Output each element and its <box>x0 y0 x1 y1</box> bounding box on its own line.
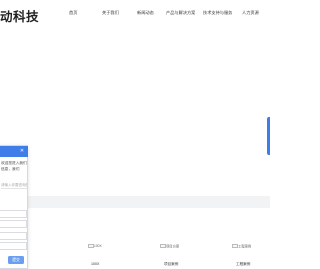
product-image-alt: 100X <box>94 243 102 248</box>
chat-widget: ✕ 欢迎您进入我们 信息，我们 请输入你要咨询的内容 提交 <box>0 145 28 269</box>
name-field[interactable] <box>0 210 27 218</box>
submit-button[interactable]: 提交 <box>8 256 24 264</box>
product-card[interactable]: 100X 100X <box>88 237 118 266</box>
nav-item-about[interactable]: 关于我们 <box>102 10 119 16</box>
product-card[interactable]: 工程案例 工程案例 <box>232 237 262 266</box>
product-image-alt: 工程案例 <box>238 244 252 249</box>
product-caption: 项目案例 <box>164 262 179 266</box>
nav-item-news[interactable]: 新闻动态 <box>137 10 154 16</box>
product-caption: 100X <box>91 262 100 266</box>
nav-item-hr[interactable]: 人力资源 <box>242 10 259 16</box>
chat-header: ✕ <box>0 146 28 157</box>
floating-side-tab[interactable] <box>267 117 270 155</box>
nav-item-home[interactable]: 首页 <box>69 10 77 16</box>
close-icon[interactable]: ✕ <box>19 148 25 154</box>
chat-message-line: 欢迎您进入我们 <box>1 161 27 165</box>
phone-field[interactable] <box>0 220 27 228</box>
product-card[interactable]: 项目方案 项目案例 <box>160 237 190 266</box>
email-field[interactable] <box>0 232 27 240</box>
page: 动科技 首页 关于我们 新闻动态 产品与解决方案 技术支持与服务 人力资源 10… <box>0 0 270 269</box>
product-image-alt: 项目方案 <box>166 244 180 249</box>
chat-message-line: 信息，我们 <box>1 166 20 171</box>
chat-input[interactable]: 请输入你要咨询的内容 <box>1 181 27 189</box>
nav-item-products[interactable]: 产品与解决方案 <box>166 10 195 16</box>
product-caption: 工程案例 <box>236 262 251 266</box>
nav-item-support[interactable]: 技术支持与服务 <box>203 10 232 16</box>
chat-message: 欢迎您进入我们 信息，我们 <box>1 161 27 172</box>
section-band <box>0 196 270 208</box>
main-nav: 首页 关于我们 新闻动态 产品与解决方案 技术支持与服务 人力资源 <box>0 10 270 20</box>
site-header: 动科技 首页 关于我们 新闻动态 产品与解决方案 技术支持与服务 人力资源 <box>0 0 270 26</box>
company-field[interactable] <box>0 242 27 250</box>
